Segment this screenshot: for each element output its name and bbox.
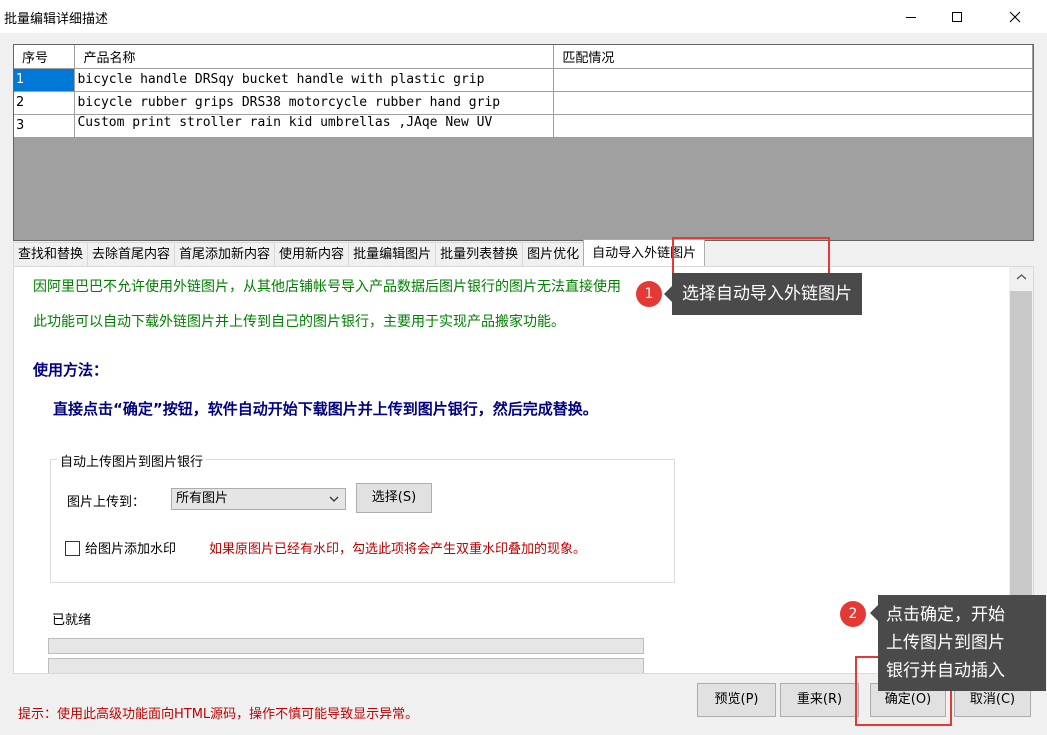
- tab-batch-list-replace[interactable]: 批量列表替换: [435, 242, 524, 267]
- scroll-up-icon[interactable]: [1016, 273, 1027, 281]
- row-match-cell[interactable]: [553, 91, 1033, 115]
- step1-tooltip-text: 选择自动导入外链图片: [682, 284, 852, 304]
- upload-to-label: 图片上传到：: [67, 495, 146, 510]
- tab-strip: 查找和替换 去除首尾内容 首尾添加新内容 使用新内容 批量编辑图片 批量列表替换…: [13, 239, 706, 268]
- footer-hint: 提示：使用此高级功能面向HTML源码，操作不慎可能导致显示异常。: [18, 707, 419, 722]
- product-grid[interactable]: 序号 产品名称 匹配情况 1 bicycle handle DRSqy buck…: [13, 44, 1034, 241]
- maximize-button[interactable]: [934, 0, 980, 33]
- info-line-1: 因阿里巴巴不允许使用外链图片，从其他店铺帐号导入产品数据后图片银行的图片无法直接…: [33, 279, 621, 295]
- upload-destination-value: 所有图片: [176, 491, 229, 506]
- watermark-checkbox[interactable]: [65, 541, 80, 556]
- upload-destination-select[interactable]: 所有图片: [171, 488, 346, 510]
- tab-find-replace[interactable]: 查找和替换: [13, 242, 89, 267]
- usage-heading: 使用方法：: [33, 361, 109, 379]
- column-header-index[interactable]: 序号: [14, 45, 76, 69]
- table-row[interactable]: 2 bicycle rubber grips DRS38 motorcycle …: [14, 91, 1033, 115]
- step2-tooltip-line2: 上传图片到图片: [886, 633, 1005, 653]
- step2-tooltip: 点击确定，开始 上传图片到图片 银行并自动插入: [870, 595, 1046, 691]
- minimize-button[interactable]: [888, 0, 934, 33]
- maximize-icon: [952, 11, 962, 22]
- row-match-cell[interactable]: [553, 114, 1033, 138]
- step1-badge: 1: [636, 281, 662, 307]
- info-line-2: 此功能可以自动下载外链图片并上传到自己的图片银行，主要用于实现产品搬家功能。: [33, 314, 565, 330]
- step2-tooltip-line3: 银行并自动插入: [886, 661, 1005, 681]
- step1-tooltip: 选择自动导入外链图片: [664, 273, 862, 315]
- tooltip-caret: [664, 286, 672, 302]
- watermark-warning: 如果原图片已经有水印，勾选此项将会产生双重水印叠加的现象。: [209, 542, 587, 557]
- column-header-name[interactable]: 产品名称: [74, 45, 555, 69]
- upload-group: 自动上传图片到图片银行 图片上传到： 所有图片 选择(S) 给图片添加水印 如果…: [50, 451, 675, 583]
- tab-remove-head-tail[interactable]: 去除首尾内容: [87, 242, 176, 267]
- table-row[interactable]: 1 bicycle handle DRSqy bucket handle wit…: [14, 68, 1033, 92]
- tooltip-caret: [870, 605, 878, 621]
- title-bar: 批量编辑详细描述: [0, 0, 1047, 33]
- table-row[interactable]: 3 Custom print stroller rain kid umbrell…: [14, 114, 1033, 138]
- upload-group-title: 自动上传图片到图片银行: [57, 451, 207, 470]
- step1-highlight-box: [672, 237, 830, 277]
- row-name-cell[interactable]: Custom print stroller rain kid umbrellas…: [74, 114, 555, 138]
- tab-use-new-content[interactable]: 使用新内容: [274, 242, 350, 267]
- row-index-cell[interactable]: 2: [14, 91, 76, 115]
- close-button[interactable]: [992, 0, 1038, 33]
- row-match-cell[interactable]: [553, 68, 1033, 92]
- status-text: 已就绪: [52, 613, 92, 628]
- row-index-cell[interactable]: 3: [14, 114, 76, 138]
- minimize-icon: [906, 16, 916, 18]
- usage-instruction: 直接点击“确定”按钮，软件自动开始下载图片并上传到图片银行，然后完成替换。: [53, 400, 598, 418]
- progress-bar-1: [48, 638, 644, 654]
- tab-image-optimize[interactable]: 图片优化: [522, 242, 585, 267]
- preview-button[interactable]: 预览(P): [697, 683, 776, 717]
- row-name-cell[interactable]: bicycle handle DRSqy bucket handle with …: [74, 68, 555, 92]
- step2-badge: 2: [840, 601, 866, 627]
- progress-bar-2: [48, 658, 644, 673]
- row-index-cell[interactable]: 1: [14, 68, 76, 92]
- grid-header-row: 序号 产品名称 匹配情况: [14, 45, 1033, 69]
- tab-batch-edit-images[interactable]: 批量编辑图片: [348, 242, 437, 267]
- row-name-cell[interactable]: bicycle rubber grips DRS38 motorcycle ru…: [74, 91, 555, 115]
- chevron-down-icon: [329, 496, 339, 502]
- close-icon: [1009, 11, 1021, 22]
- step2-tooltip-line1: 点击确定，开始: [886, 605, 1005, 625]
- product-table: 序号 产品名称 匹配情况 1 bicycle handle DRSqy buck…: [14, 45, 1033, 138]
- reset-button[interactable]: 重来(R): [780, 683, 859, 717]
- choose-folder-button[interactable]: 选择(S): [356, 483, 432, 513]
- column-header-match[interactable]: 匹配情况: [553, 45, 1033, 69]
- window-title: 批量编辑详细描述: [4, 12, 109, 27]
- tab-add-head-tail[interactable]: 首尾添加新内容: [174, 242, 276, 267]
- watermark-label[interactable]: 给图片添加水印: [85, 538, 176, 557]
